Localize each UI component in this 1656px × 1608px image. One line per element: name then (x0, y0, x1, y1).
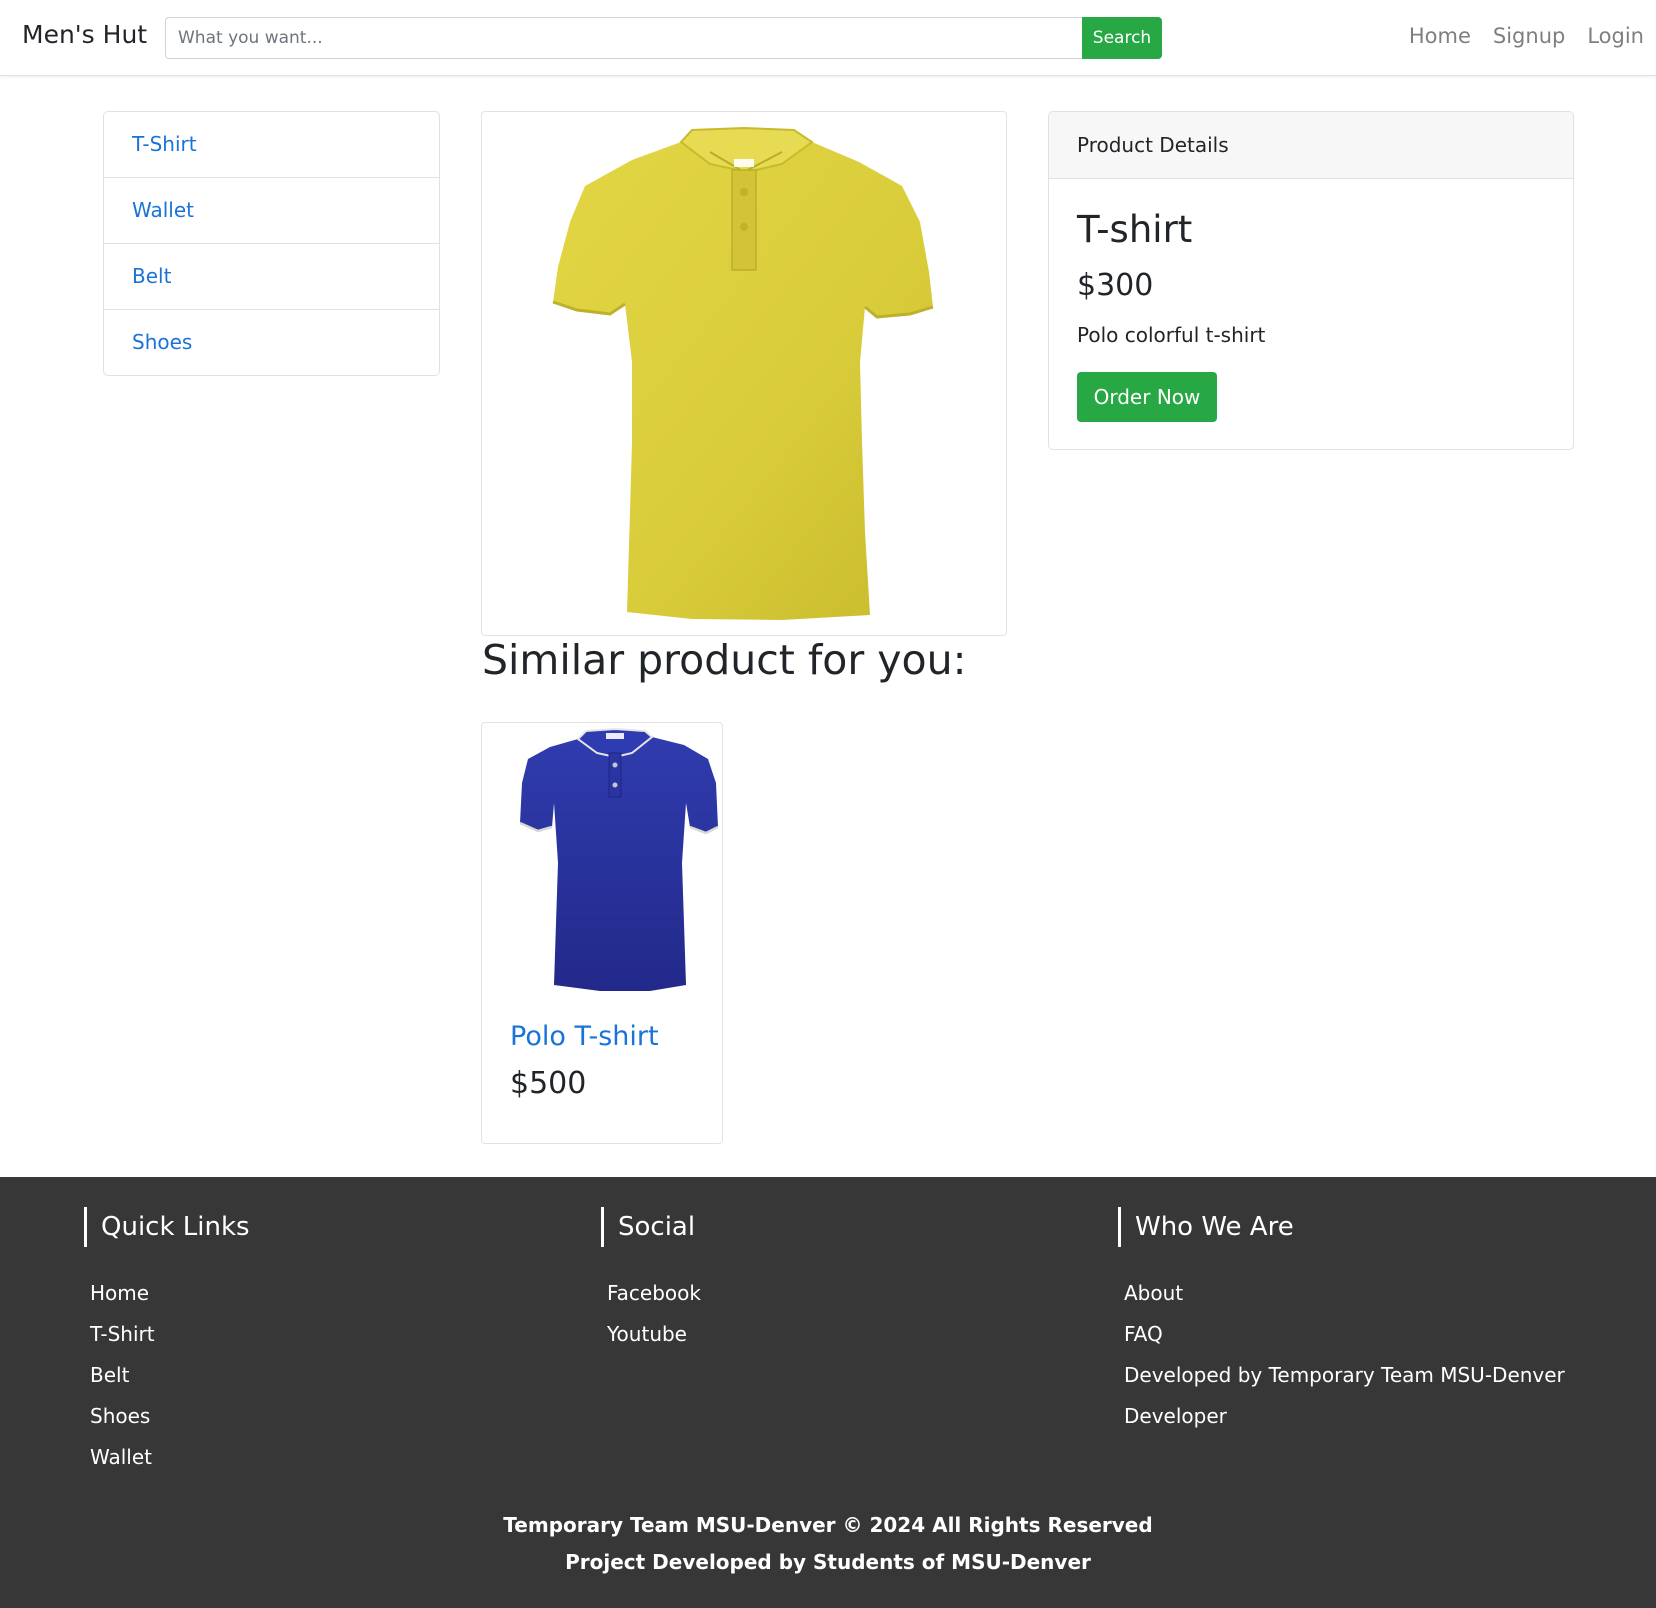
footer-heading-who-we-are: Who We Are (1118, 1207, 1565, 1247)
category-item-tshirt[interactable]: T-Shirt (104, 112, 439, 178)
category-item-belt[interactable]: Belt (104, 244, 439, 310)
footer-link-developer[interactable]: Developer (1124, 1404, 1227, 1428)
search-input[interactable] (165, 17, 1083, 59)
footer-col-who-we-are: Who We Are About FAQ Developed by Tempor… (1118, 1207, 1565, 1437)
nav-links: Home Signup Login (1387, 24, 1644, 48)
similar-product-price: $500 (510, 1066, 587, 1101)
blue-polo-shirt-image (519, 727, 719, 991)
category-item-wallet[interactable]: Wallet (104, 178, 439, 244)
similar-heading: Similar product for you: (482, 636, 967, 684)
footer-link-shoes[interactable]: Shoes (90, 1404, 150, 1428)
navbar: Men's Hut Search Home Signup Login (0, 0, 1656, 76)
similar-product-name[interactable]: Polo T-shirt (510, 1021, 659, 1052)
footer-copyright: Temporary Team MSU-Denver © 2024 All Rig… (503, 1513, 1153, 1537)
product-title: T-shirt (1077, 208, 1193, 251)
product-price: $300 (1077, 268, 1154, 303)
footer-link-youtube[interactable]: Youtube (607, 1322, 687, 1346)
nav-link-login[interactable]: Login (1587, 24, 1644, 48)
footer-link-facebook[interactable]: Facebook (607, 1281, 701, 1305)
footer-links-quick: Home T-Shirt Belt Shoes Wallet (84, 1273, 250, 1478)
details-header: Product Details (1049, 112, 1573, 179)
order-now-button[interactable]: Order Now (1077, 372, 1217, 422)
nav-link-signup[interactable]: Signup (1493, 24, 1565, 48)
product-description: Polo colorful t-shirt (1077, 323, 1266, 347)
category-item-shoes[interactable]: Shoes (104, 310, 439, 375)
footer-links-social: Facebook Youtube (601, 1273, 701, 1355)
footer-bottom: Temporary Team MSU-Denver © 2024 All Rig… (0, 1507, 1656, 1581)
search-button[interactable]: Search (1082, 17, 1162, 59)
footer-link-home[interactable]: Home (90, 1281, 149, 1305)
footer-link-wallet[interactable]: Wallet (90, 1445, 152, 1469)
footer-link-tshirt[interactable]: T-Shirt (90, 1322, 155, 1346)
footer-heading-social: Social (601, 1207, 701, 1247)
footer-credit: Project Developed by Students of MSU-Den… (565, 1550, 1091, 1574)
footer-link-developed-by[interactable]: Developed by Temporary Team MSU-Denver (1124, 1363, 1565, 1387)
footer-link-about[interactable]: About (1124, 1281, 1183, 1305)
product-image-card (481, 111, 1007, 636)
footer: Quick Links Home T-Shirt Belt Shoes Wall… (0, 1177, 1656, 1608)
footer-link-belt[interactable]: Belt (90, 1363, 129, 1387)
footer-links-who: About FAQ Developed by Temporary Team MS… (1118, 1273, 1565, 1437)
product-details-card: Product Details T-shirt $300 Polo colorf… (1048, 111, 1574, 450)
category-list: T-Shirt Wallet Belt Shoes (103, 111, 440, 376)
similar-product-card[interactable]: Polo T-shirt $500 (481, 722, 723, 1144)
footer-col-quick-links: Quick Links Home T-Shirt Belt Shoes Wall… (84, 1207, 250, 1478)
nav-link-home[interactable]: Home (1409, 24, 1471, 48)
yellow-polo-shirt-image (552, 126, 934, 620)
footer-link-faq[interactable]: FAQ (1124, 1322, 1163, 1346)
footer-heading-quick-links: Quick Links (84, 1207, 250, 1247)
footer-col-social: Social Facebook Youtube (601, 1207, 701, 1355)
brand-logo[interactable]: Men's Hut (22, 20, 147, 49)
